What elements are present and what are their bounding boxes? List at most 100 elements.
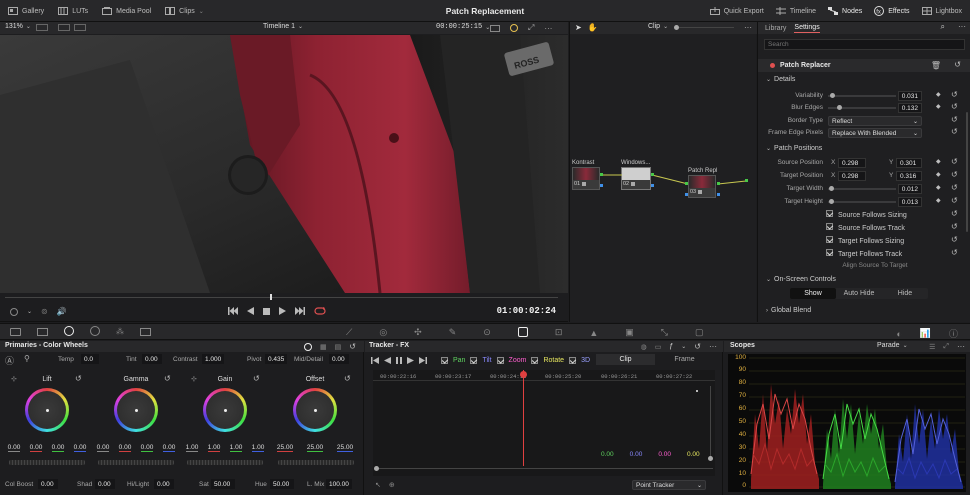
zoom-checkbox[interactable] bbox=[496, 356, 504, 364]
node-editor[interactable]: ➤ ✋ Clip ⌄ ··· Kontrast 01 Windows... 02 bbox=[569, 22, 757, 322]
single-view-icon[interactable] bbox=[36, 24, 48, 31]
checkbox-source-follows-track[interactable]: Source Follows Track bbox=[826, 223, 905, 233]
camera-raw-icon[interactable] bbox=[10, 327, 21, 336]
reset-icon[interactable]: ↺ bbox=[951, 127, 958, 136]
rotate-checkbox[interactable] bbox=[531, 356, 539, 364]
search-icon[interactable]: ⌕ bbox=[941, 22, 945, 32]
blur-icon[interactable]: ▲ bbox=[589, 328, 598, 338]
tracker-type-dropdown[interactable]: Point Tracker ⌄ bbox=[632, 480, 706, 490]
timeline-button[interactable]: Timeline bbox=[775, 7, 816, 15]
tint-input[interactable]: 0.00 bbox=[142, 354, 162, 364]
motion-effects-icon[interactable] bbox=[140, 327, 151, 336]
col-boost-input[interactable]: 0.00 bbox=[38, 479, 58, 489]
wheel-puck[interactable] bbox=[224, 409, 227, 412]
wheel-value-red[interactable]: 0.00 bbox=[118, 444, 132, 452]
reset-icon[interactable]: ↺ bbox=[694, 342, 701, 351]
timecode-selector[interactable]: 00:00:25:15 ⌄ bbox=[436, 23, 490, 31]
wheel-value-green[interactable]: 0.00 bbox=[51, 444, 65, 452]
clips-button[interactable]: Clips ⌄ bbox=[165, 7, 204, 15]
blur-edges-value[interactable]: 0.132 bbox=[898, 103, 922, 113]
wheel-value-master[interactable]: 0.00 bbox=[96, 444, 110, 452]
reset-icon[interactable]: ↺ bbox=[951, 170, 958, 179]
target-height-slider[interactable] bbox=[828, 199, 896, 204]
color-warper-icon[interactable]: ◎ bbox=[379, 327, 387, 338]
skip-to-end-icon[interactable] bbox=[295, 307, 305, 315]
add-point-icon[interactable]: ⊕ bbox=[389, 481, 395, 489]
track-reverse-to-start-icon[interactable] bbox=[371, 356, 379, 364]
pointer-icon[interactable]: ↖ bbox=[375, 481, 381, 489]
search-input[interactable] bbox=[764, 39, 965, 50]
wheel-value-blue[interactable]: 1.00 bbox=[251, 444, 265, 452]
reset-icon[interactable]: ↺ bbox=[253, 374, 260, 383]
key-icon[interactable]: ▣ bbox=[625, 327, 634, 338]
split-view-icon[interactable] bbox=[58, 24, 70, 31]
scope-mode-selector[interactable]: Parade ⌄ bbox=[877, 342, 908, 349]
luts-button[interactable]: LUTs bbox=[58, 7, 88, 15]
wheel-master-slider[interactable] bbox=[98, 460, 174, 465]
lum-mix-input[interactable]: 100.00 bbox=[326, 479, 352, 489]
gamut-icon[interactable] bbox=[510, 24, 518, 32]
window-icon[interactable]: ⊙ bbox=[483, 327, 491, 338]
keyframe-icon[interactable]: ◆ bbox=[936, 91, 941, 98]
target-height-value[interactable]: 0.013 bbox=[898, 197, 922, 207]
media-pool-button[interactable]: Media Pool bbox=[102, 7, 151, 15]
onscreen-controls-section-header[interactable]: ⌄ On-Screen Controls bbox=[766, 276, 836, 283]
nodes-button[interactable]: Nodes bbox=[828, 7, 862, 15]
window-mode-icon[interactable]: ◍ bbox=[641, 343, 647, 351]
more-options-icon[interactable]: ··· bbox=[709, 342, 717, 351]
gallery-button[interactable]: Gallery bbox=[8, 7, 44, 15]
tracker-icon[interactable] bbox=[517, 327, 528, 337]
variability-slider[interactable] bbox=[828, 93, 896, 98]
loop-playback-icon[interactable] bbox=[314, 307, 326, 315]
color-wheel[interactable] bbox=[25, 388, 69, 432]
highlight-icon[interactable] bbox=[10, 307, 18, 316]
scrub-playhead[interactable] bbox=[270, 294, 273, 300]
tab-library[interactable]: Library bbox=[765, 25, 786, 32]
frame-edge-dropdown[interactable]: Replace With Blended ⌄ bbox=[828, 128, 922, 138]
slider-knob[interactable] bbox=[374, 466, 379, 471]
wheel-master-slider[interactable] bbox=[9, 460, 85, 465]
wheel-puck[interactable] bbox=[46, 409, 49, 412]
sizing-icon[interactable]: ⤡ bbox=[661, 327, 668, 338]
fx-mode-icon[interactable]: ƒ bbox=[669, 343, 673, 350]
reset-icon[interactable]: ↺ bbox=[951, 90, 958, 99]
hdr-wheels-icon[interactable] bbox=[90, 326, 100, 336]
picker-icon[interactable]: ⚲ bbox=[24, 354, 30, 363]
reset-icon[interactable]: ↺ bbox=[951, 183, 958, 192]
wheel-value-red[interactable]: 0.00 bbox=[29, 444, 43, 452]
reset-icon[interactable]: ↺ bbox=[951, 248, 958, 257]
skip-to-start-icon[interactable] bbox=[228, 307, 238, 315]
auto-balance-icon[interactable]: Ⓐ bbox=[5, 354, 14, 367]
inspector-scrollbar[interactable] bbox=[966, 112, 968, 232]
rgb-mixer-icon[interactable]: ⁂ bbox=[116, 327, 124, 336]
blur-edges-slider[interactable] bbox=[828, 105, 896, 110]
wheel-value-red[interactable]: 1.00 bbox=[207, 444, 221, 452]
speaker-icon[interactable]: 🔊 bbox=[57, 307, 67, 316]
wheel-master-slider[interactable] bbox=[278, 460, 354, 465]
wheel-puck[interactable] bbox=[135, 409, 138, 412]
reset-icon[interactable]: ↺ bbox=[951, 102, 958, 111]
wheel-value-red[interactable]: 25.00 bbox=[276, 444, 294, 452]
slider-knob[interactable] bbox=[828, 186, 834, 191]
quick-export-button[interactable]: Quick Export bbox=[709, 7, 764, 15]
3d-icon[interactable]: ▢ bbox=[695, 327, 704, 338]
checkbox[interactable] bbox=[826, 236, 833, 243]
temp-input[interactable]: 0.0 bbox=[81, 354, 99, 364]
fullscreen-icon[interactable]: ⤢ bbox=[528, 23, 534, 33]
wheel-value-master[interactable]: 1.00 bbox=[185, 444, 199, 452]
checkbox-target-follows-track[interactable]: Target Follows Track bbox=[826, 249, 902, 259]
zoom-control[interactable]: 131% ⌄ bbox=[5, 23, 31, 30]
details-section-header[interactable]: ⌄ Details bbox=[766, 76, 795, 83]
play-reverse-icon[interactable] bbox=[247, 307, 254, 315]
color-match-icon[interactable] bbox=[37, 327, 48, 336]
color-wheels-icon[interactable] bbox=[64, 326, 74, 336]
play-icon[interactable] bbox=[279, 307, 286, 315]
stop-icon[interactable] bbox=[263, 307, 270, 315]
reset-icon[interactable]: ↺ bbox=[164, 374, 171, 383]
wheel-value-master[interactable]: 0.00 bbox=[7, 444, 21, 452]
onscreen-show-button[interactable]: Show bbox=[790, 288, 836, 299]
patch-positions-section-header[interactable]: ⌄ Patch Positions bbox=[766, 145, 822, 152]
effect-enable-dot[interactable] bbox=[770, 63, 775, 68]
bars-mode-icon[interactable]: ▦ bbox=[320, 343, 327, 351]
slider-knob[interactable] bbox=[830, 93, 836, 98]
